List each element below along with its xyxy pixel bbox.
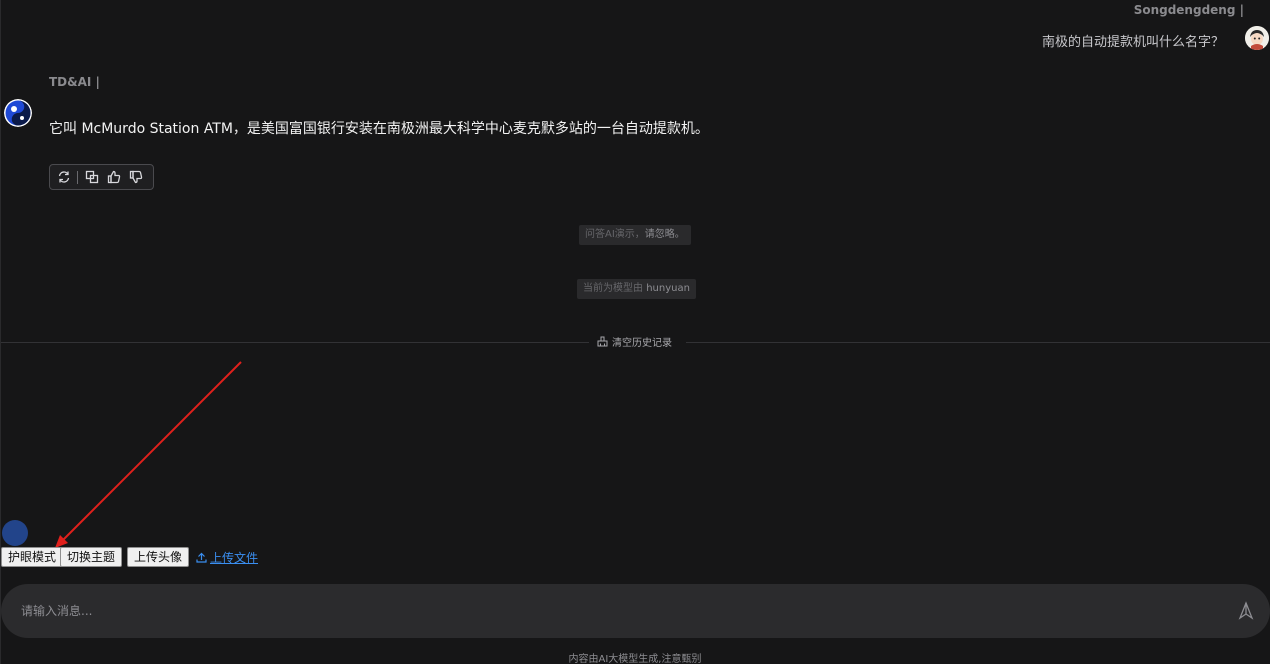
user-avatar[interactable] [1245, 26, 1269, 50]
annotation-circle [2, 520, 28, 546]
demo-notice-prefix: 问答AI演示， [585, 229, 645, 240]
upload-avatar-button[interactable]: 上传头像 [127, 547, 190, 567]
divider-left [1, 342, 589, 343]
ai-avatar [4, 99, 32, 127]
message-input-container [1, 584, 1270, 638]
send-icon[interactable] [1236, 601, 1256, 621]
model-notice-prefix: 当前为模型由 [583, 283, 647, 294]
footer-disclaimer: 内容由AI大模型生成,注意甄别 [568, 654, 702, 664]
refresh-icon[interactable] [55, 169, 72, 186]
clear-history-label: 清空历史记录 [612, 338, 672, 349]
upload-file-link[interactable]: 上传文件 [196, 549, 258, 566]
model-notice: 当前为模型由 hunyuan [577, 279, 696, 299]
ai-message: 它叫 McMurdo Station ATM，是美国富国银行安装在南极洲最大科学… [49, 121, 709, 137]
user-name: Songdengdeng | [1133, 3, 1244, 17]
demo-notice: 问答AI演示，请忽略。 [579, 225, 691, 245]
annotation-arrow [55, 361, 242, 548]
thumbs-up-icon[interactable] [105, 169, 122, 186]
upload-icon [196, 552, 207, 563]
thumbs-down-icon[interactable] [127, 169, 144, 186]
model-name: hunyuan [646, 283, 690, 294]
ai-name: TD&AI | [49, 75, 100, 89]
copy-icon[interactable] [83, 169, 100, 186]
user-message: 南极的自动提款机叫什么名字？ [1041, 35, 1224, 50]
demo-notice-suffix: 请忽略。 [644, 229, 685, 240]
message-actions-toolbar [49, 164, 154, 190]
ai-logo-icon [4, 99, 32, 127]
divider-right [686, 342, 1270, 343]
eye-care-mode-button[interactable]: 护眼模式 [1, 547, 64, 567]
toolbar-separator [77, 170, 78, 184]
message-input[interactable] [21, 584, 1221, 638]
upload-file-label: 上传文件 [210, 551, 259, 565]
clear-history-button[interactable]: 清空历史记录 [597, 334, 672, 349]
switch-theme-button[interactable]: 切换主题 [60, 547, 123, 567]
user-avatar-icon [1245, 26, 1269, 50]
clear-icon [597, 336, 608, 347]
